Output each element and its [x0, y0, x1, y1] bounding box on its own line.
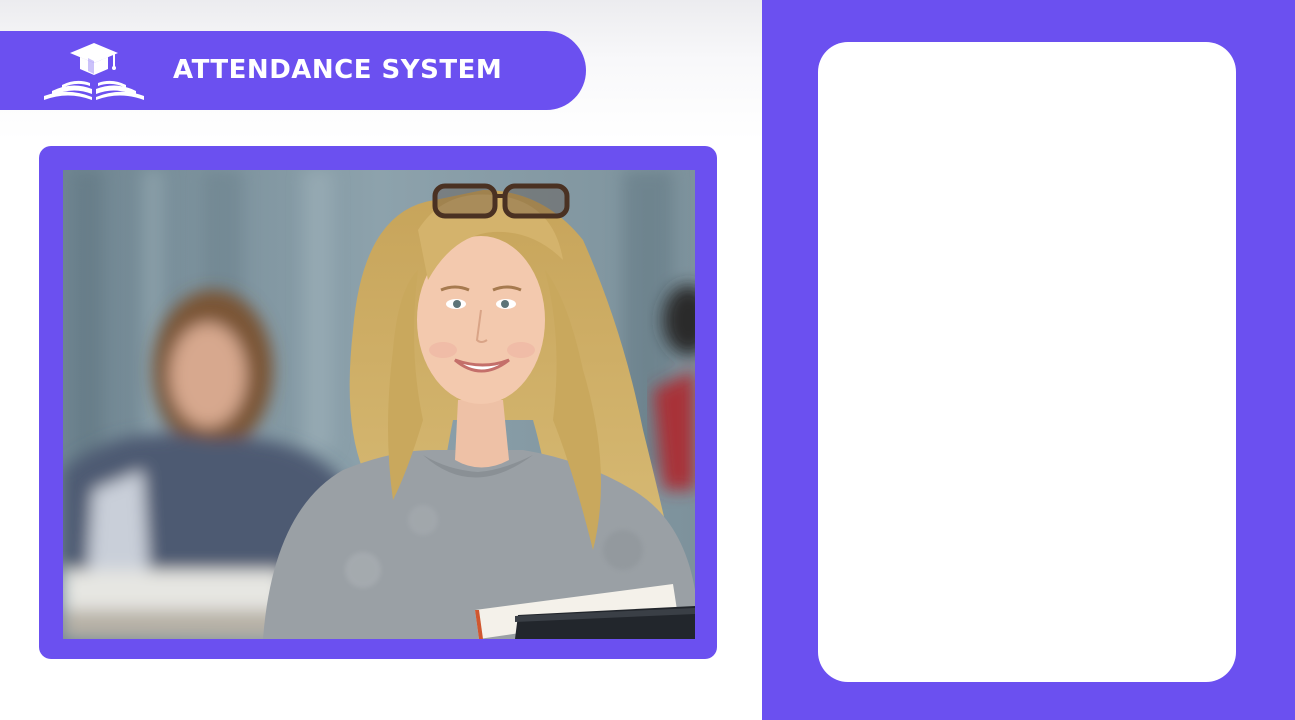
camera-feed-frame [39, 146, 717, 659]
camera-feed-image [63, 170, 695, 639]
student-info-card [818, 42, 1236, 682]
graduation-cap-book-icon [42, 41, 146, 101]
info-panel [762, 0, 1295, 720]
app-title: ATTENDANCE SYSTEM [173, 55, 503, 85]
app-header: ATTENDANCE SYSTEM [0, 31, 586, 110]
